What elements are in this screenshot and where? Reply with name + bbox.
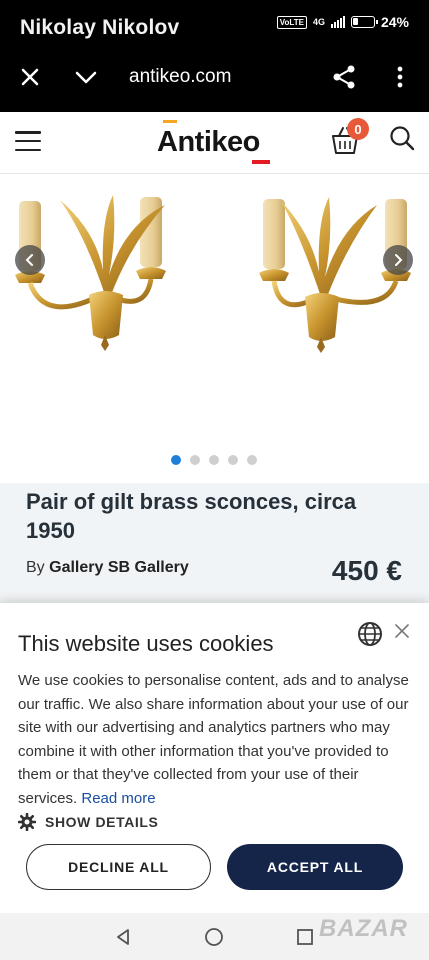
volte-badge: VoLTE <box>276 15 307 29</box>
logo-accent-bottom <box>252 160 270 164</box>
network-type: 4G <box>312 17 325 27</box>
decline-all-button[interactable]: DECLINE ALL <box>26 844 211 890</box>
seller-line: By Gallery SB Gallery <box>26 559 189 577</box>
gallery-next-button[interactable] <box>383 245 413 275</box>
more-options-icon[interactable] <box>390 64 410 90</box>
share-icon[interactable] <box>331 64 357 90</box>
site-logo[interactable]: Antikeo <box>157 126 260 159</box>
gallery-dot[interactable] <box>171 455 181 465</box>
by-prefix: By <box>26 559 45 576</box>
gallery-dot[interactable] <box>209 455 219 465</box>
status-bar: Nikolay Nikolov VoLTE 4G 24% <box>0 0 429 50</box>
cookie-body: We use cookies to personalise content, a… <box>18 669 413 811</box>
chevron-right-icon <box>395 254 403 266</box>
cart-count-badge[interactable]: 0 <box>347 118 369 140</box>
status-icons: VoLTE 4G 24% <box>276 14 409 30</box>
accept-all-button[interactable]: ACCEPT ALL <box>227 844 403 890</box>
recent-apps-icon[interactable] <box>296 928 314 946</box>
globe-icon[interactable] <box>357 621 383 647</box>
gallery-dot[interactable] <box>190 455 200 465</box>
battery-percent: 24% <box>380 14 409 30</box>
gallery-pagination <box>171 455 257 465</box>
cookie-text: We use cookies to personalise content, a… <box>18 672 409 807</box>
gallery-dot[interactable] <box>228 455 238 465</box>
gallery-dot[interactable] <box>247 455 257 465</box>
sconce-left <box>15 195 166 351</box>
read-more-link[interactable]: Read more <box>81 790 155 807</box>
sconce-right <box>259 197 411 353</box>
close-tab-icon[interactable] <box>18 65 42 89</box>
url-text[interactable]: antikeo.com <box>129 66 231 88</box>
watermark: BAZAR <box>319 915 408 942</box>
brass-sconces-image <box>15 195 411 353</box>
back-icon[interactable] <box>113 927 133 947</box>
chevron-left-icon <box>25 254 33 266</box>
show-details-toggle[interactable]: SHOW DETAILS <box>18 813 159 831</box>
logo-accent-top <box>163 120 177 123</box>
show-details-label: SHOW DETAILS <box>45 814 159 830</box>
signal-icon <box>330 16 345 28</box>
product-price: 450 € <box>331 555 402 586</box>
gear-icon <box>18 813 36 831</box>
home-icon[interactable] <box>204 927 224 947</box>
close-icon[interactable] <box>394 623 410 639</box>
cookie-title: This website uses cookies <box>18 631 274 656</box>
browser-toolbar: antikeo.com <box>0 50 429 106</box>
battery-icon <box>350 16 378 28</box>
search-icon[interactable] <box>388 124 416 152</box>
menu-icon[interactable] <box>15 131 41 151</box>
product-title: Pair of gilt brass sconces, circa 1950 <box>26 489 357 543</box>
product-gallery[interactable] <box>5 175 424 482</box>
gallery-prev-button[interactable] <box>15 245 45 275</box>
seller-link[interactable]: Gallery SB Gallery <box>49 559 189 576</box>
chevron-down-icon[interactable] <box>74 65 98 89</box>
owner-name: Nikolay Nikolov <box>20 16 180 39</box>
